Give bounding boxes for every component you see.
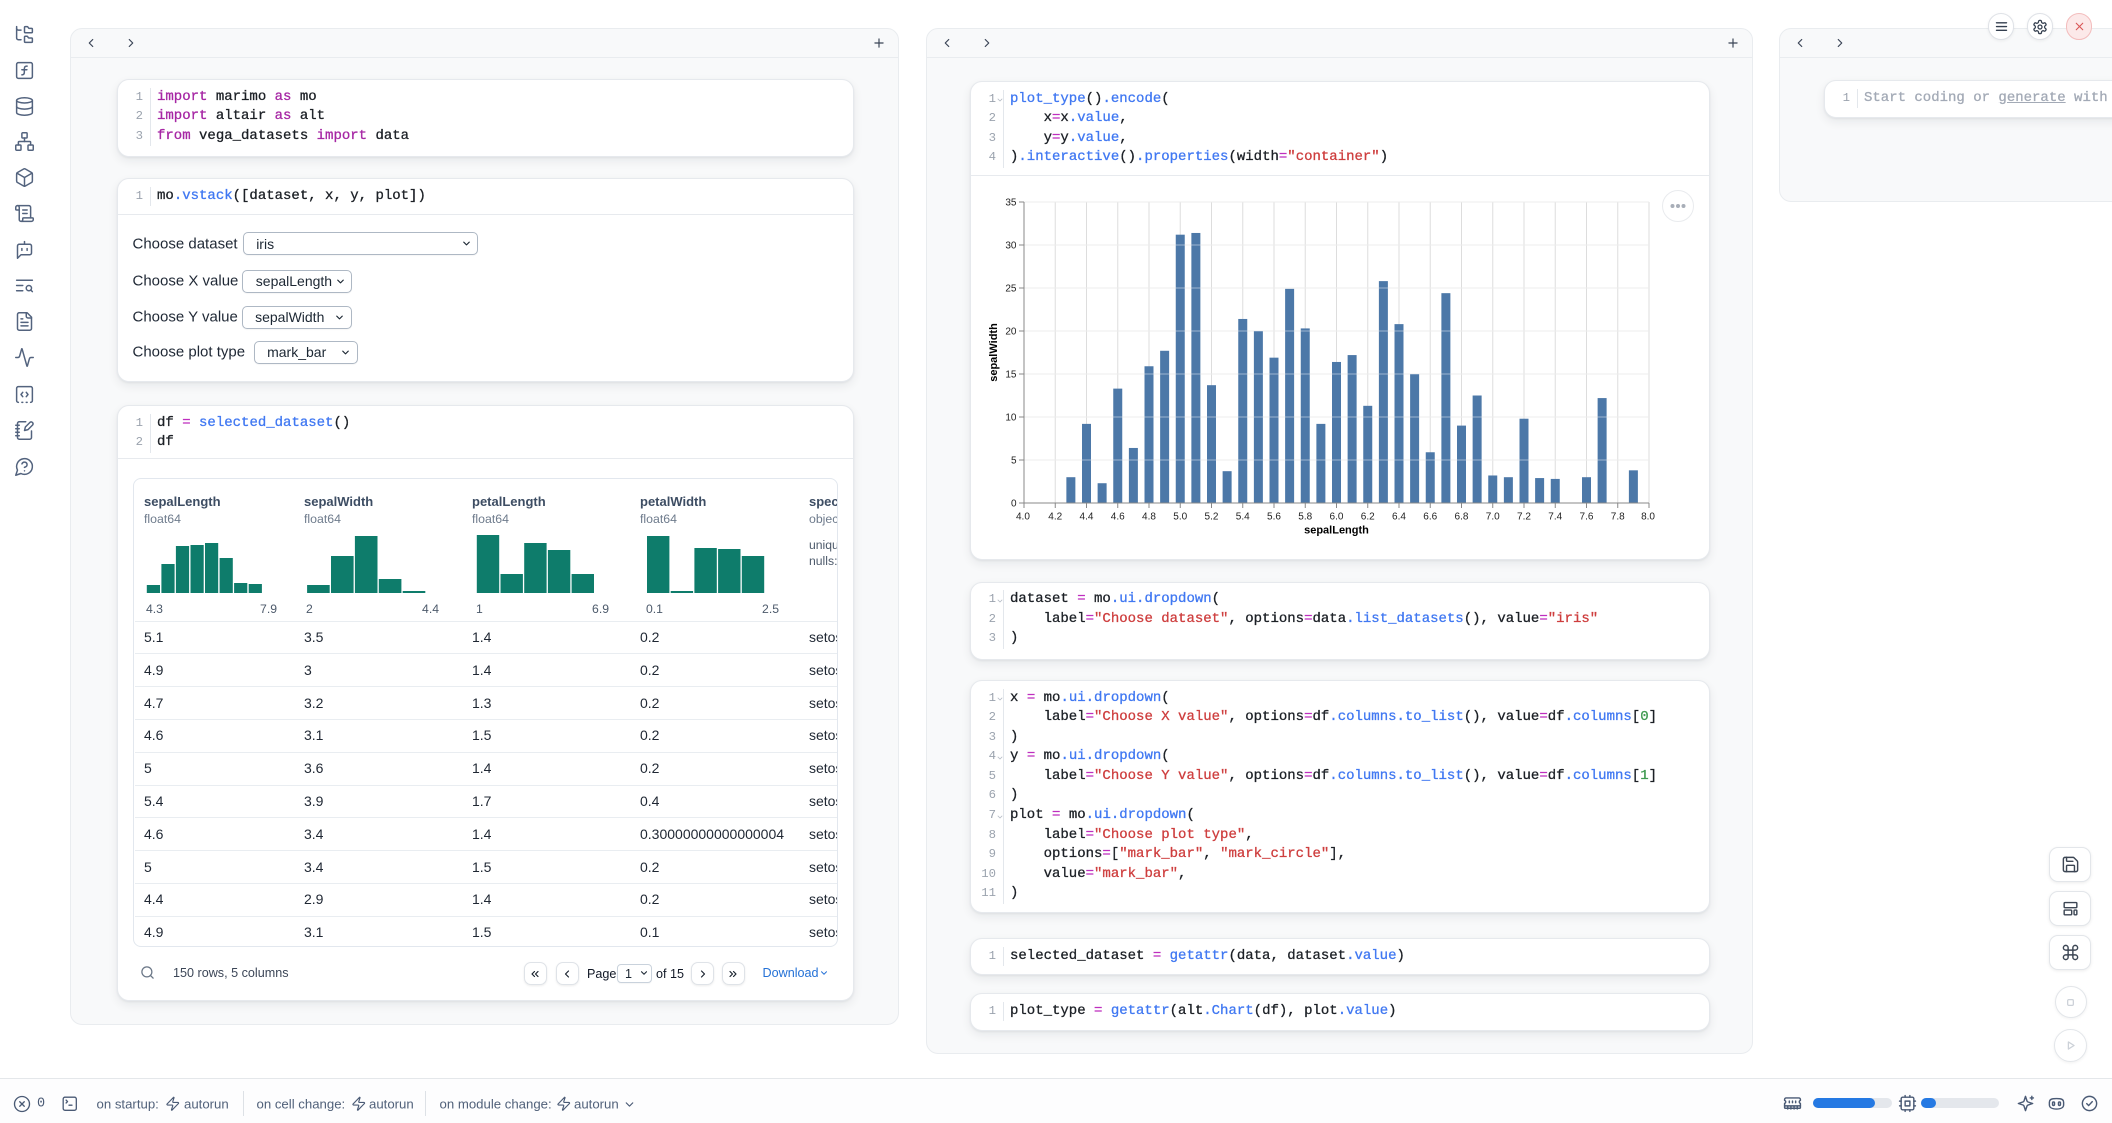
svg-text:4.8: 4.8 <box>1142 512 1156 523</box>
svg-text:5.4: 5.4 <box>1236 512 1250 523</box>
svg-text:7.4: 7.4 <box>1548 512 1562 523</box>
svg-text:4.0: 4.0 <box>1016 512 1030 523</box>
svg-text:6.6: 6.6 <box>1423 512 1437 523</box>
svg-text:4.4: 4.4 <box>1080 512 1094 523</box>
svg-text:5.2: 5.2 <box>1205 512 1219 523</box>
svg-text:5.8: 5.8 <box>1298 512 1312 523</box>
svg-text:sepalWidth: sepalWidth <box>988 323 1000 382</box>
svg-text:6.8: 6.8 <box>1455 512 1469 523</box>
svg-text:6.2: 6.2 <box>1361 512 1375 523</box>
svg-text:sepalLength: sepalLength <box>1304 525 1369 537</box>
svg-text:20: 20 <box>1005 327 1017 338</box>
svg-text:30: 30 <box>1005 241 1017 252</box>
svg-text:35: 35 <box>1005 198 1017 209</box>
svg-text:6.0: 6.0 <box>1330 512 1344 523</box>
svg-text:0: 0 <box>1011 499 1017 510</box>
svg-text:4.2: 4.2 <box>1048 512 1062 523</box>
svg-text:5.6: 5.6 <box>1267 512 1281 523</box>
svg-text:7.0: 7.0 <box>1486 512 1500 523</box>
svg-text:15: 15 <box>1005 370 1017 381</box>
svg-text:7.2: 7.2 <box>1517 512 1531 523</box>
svg-text:7.8: 7.8 <box>1611 512 1625 523</box>
svg-text:5.0: 5.0 <box>1173 512 1187 523</box>
svg-text:25: 25 <box>1005 284 1017 295</box>
svg-text:7.6: 7.6 <box>1580 512 1594 523</box>
svg-text:6.4: 6.4 <box>1392 512 1406 523</box>
svg-text:5: 5 <box>1011 456 1017 467</box>
svg-text:4.6: 4.6 <box>1111 512 1125 523</box>
svg-text:8.0: 8.0 <box>1641 512 1655 523</box>
svg-text:10: 10 <box>1005 413 1017 424</box>
